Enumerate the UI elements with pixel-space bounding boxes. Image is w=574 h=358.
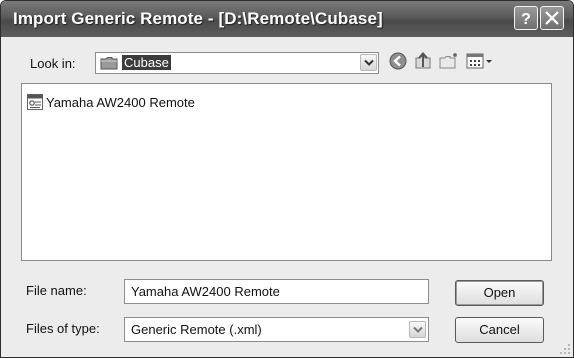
back-icon[interactable]: [389, 52, 407, 70]
files-of-type-label: Files of type:: [26, 321, 100, 336]
up-folder-icon[interactable]: [414, 52, 432, 70]
file-name-input[interactable]: Yamaha AW2400 Remote: [124, 279, 429, 304]
look-in-combo[interactable]: Cubase: [95, 52, 379, 74]
xml-file-icon: [27, 94, 43, 110]
file-name-label: Yamaha AW2400 Remote: [46, 95, 195, 110]
import-dialog: Import Generic Remote - [D:\Remote\Cubas…: [0, 0, 574, 358]
chevron-down-icon: [364, 59, 374, 66]
look-in-value: Cubase: [122, 55, 171, 70]
file-name-label: File name:: [26, 283, 87, 298]
files-of-type-dropdown-button[interactable]: [409, 321, 426, 338]
files-of-type-value: Generic Remote (.xml): [131, 322, 262, 337]
new-folder-icon[interactable]: [439, 52, 459, 70]
window-title: Import Generic Remote - [D:\Remote\Cubas…: [13, 9, 383, 28]
open-button[interactable]: Open: [455, 280, 544, 306]
resize-grip-icon[interactable]: [559, 343, 571, 355]
folder-icon: [100, 57, 118, 70]
files-of-type-combo[interactable]: Generic Remote (.xml): [124, 317, 429, 342]
chevron-down-icon: [413, 326, 423, 333]
close-button[interactable]: [540, 6, 564, 30]
cancel-button[interactable]: Cancel: [455, 317, 544, 343]
close-icon: [545, 11, 559, 25]
svg-text:?: ?: [521, 11, 531, 26]
look-in-label: Look in:: [30, 56, 76, 71]
title-bar: Import Generic Remote - [D:\Remote\Cubas…: [1, 1, 573, 37]
look-in-dropdown-button[interactable]: [360, 54, 377, 71]
help-button[interactable]: ?: [514, 6, 538, 30]
file-list[interactable]: Yamaha AW2400 Remote: [21, 83, 552, 261]
view-menu-icon[interactable]: [466, 52, 494, 70]
help-icon: ?: [521, 11, 531, 26]
